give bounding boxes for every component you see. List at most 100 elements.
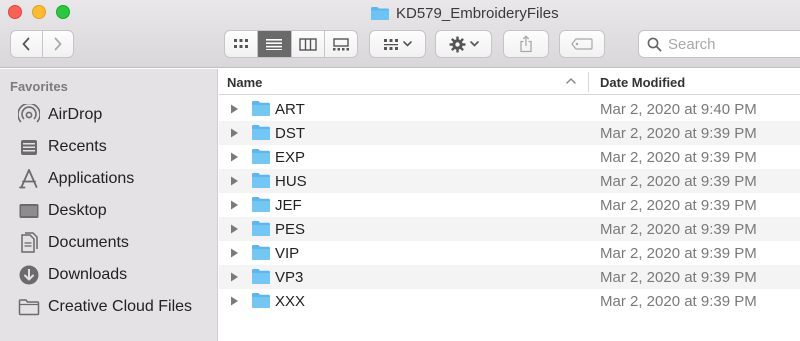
minimize-window-button[interactable] bbox=[32, 5, 46, 19]
tag-button[interactable] bbox=[559, 30, 605, 58]
table-row[interactable]: EXP Mar 2, 2020 at 9:39 PM bbox=[219, 145, 800, 169]
airdrop-icon bbox=[18, 104, 40, 126]
column-header-date-modified[interactable]: Date Modified bbox=[600, 75, 685, 90]
sidebar-item-label: Documents bbox=[48, 234, 129, 251]
folder-icon bbox=[252, 269, 270, 284]
sidebar-item-label: Recents bbox=[48, 138, 107, 155]
share-button[interactable] bbox=[503, 30, 549, 58]
file-name: VIP bbox=[275, 245, 300, 262]
column-divider[interactable] bbox=[588, 72, 589, 92]
disclosure-triangle-icon[interactable] bbox=[229, 200, 239, 210]
desktop-icon bbox=[18, 200, 40, 222]
folder-icon bbox=[252, 245, 270, 260]
disclosure-triangle-icon[interactable] bbox=[229, 176, 239, 186]
sidebar: Favorites AirDrop Recents Applications D… bbox=[0, 69, 218, 341]
table-row[interactable]: HUS Mar 2, 2020 at 9:39 PM bbox=[219, 169, 800, 193]
date-modified: Mar 2, 2020 at 9:39 PM bbox=[600, 293, 757, 310]
sidebar-item-label: Desktop bbox=[48, 202, 107, 219]
sidebar-item-creative-cloud-files[interactable]: Creative Cloud Files bbox=[18, 294, 213, 320]
folder-icon bbox=[252, 293, 270, 308]
icon-view-button[interactable] bbox=[225, 31, 257, 57]
date-modified: Mar 2, 2020 at 9:39 PM bbox=[600, 221, 757, 238]
group-icon bbox=[384, 38, 398, 50]
folder-icon bbox=[18, 296, 40, 318]
forward-button[interactable] bbox=[41, 31, 74, 57]
action-menu-button[interactable] bbox=[435, 30, 492, 58]
file-name: EXP bbox=[275, 149, 306, 166]
gear-icon bbox=[449, 36, 465, 52]
disclosure-triangle-icon[interactable] bbox=[229, 104, 239, 114]
folder-icon bbox=[252, 149, 270, 164]
file-name: XXX bbox=[275, 293, 306, 310]
date-modified: Mar 2, 2020 at 9:39 PM bbox=[600, 173, 757, 190]
sidebar-item-documents[interactable]: Documents bbox=[18, 230, 213, 256]
date-modified: Mar 2, 2020 at 9:39 PM bbox=[600, 125, 757, 142]
chevron-up-icon[interactable] bbox=[565, 74, 577, 88]
disclosure-triangle-icon[interactable] bbox=[229, 296, 239, 306]
file-name: PES bbox=[275, 221, 306, 238]
table-row[interactable]: XXX Mar 2, 2020 at 9:39 PM bbox=[219, 289, 800, 313]
gallery-view-button[interactable] bbox=[323, 31, 357, 57]
column-view-button[interactable] bbox=[290, 31, 324, 57]
list-view-button[interactable] bbox=[257, 31, 291, 57]
sidebar-item-label: Downloads bbox=[48, 266, 128, 283]
date-modified: Mar 2, 2020 at 9:39 PM bbox=[600, 245, 757, 262]
window-title-text: KD579_EmbroideryFiles bbox=[396, 4, 559, 22]
search-field[interactable] bbox=[638, 30, 800, 58]
back-forward-group bbox=[10, 30, 74, 58]
applications-icon bbox=[18, 168, 40, 190]
documents-icon bbox=[18, 232, 40, 254]
table-row[interactable]: VP3 Mar 2, 2020 at 9:39 PM bbox=[219, 265, 800, 289]
disclosure-triangle-icon[interactable] bbox=[229, 272, 239, 282]
title-bar: KD579_EmbroideryFiles bbox=[0, 0, 800, 68]
sidebar-item-downloads[interactable]: Downloads bbox=[18, 262, 213, 288]
file-name: HUS bbox=[275, 173, 307, 190]
table-row[interactable]: ART Mar 2, 2020 at 9:40 PM bbox=[219, 97, 800, 121]
file-name: VP3 bbox=[275, 269, 304, 286]
table-row[interactable]: PES Mar 2, 2020 at 9:39 PM bbox=[219, 217, 800, 241]
sidebar-item-airdrop[interactable]: AirDrop bbox=[18, 102, 213, 128]
gallery-view-icon bbox=[332, 37, 349, 50]
folder-icon bbox=[252, 125, 270, 140]
group-by-button[interactable] bbox=[369, 30, 426, 58]
column-header-name[interactable]: Name bbox=[227, 75, 262, 90]
tag-icon bbox=[571, 38, 593, 50]
close-window-button[interactable] bbox=[8, 5, 22, 19]
folder-icon bbox=[371, 6, 389, 20]
file-name: DST bbox=[275, 125, 305, 142]
folder-icon bbox=[252, 173, 270, 188]
disclosure-triangle-icon[interactable] bbox=[229, 248, 239, 258]
column-view-icon bbox=[298, 37, 317, 51]
window-title: KD579_EmbroideryFiles bbox=[370, 3, 559, 23]
sidebar-item-label: AirDrop bbox=[48, 106, 103, 123]
disclosure-triangle-icon[interactable] bbox=[229, 224, 239, 234]
downloads-icon bbox=[18, 264, 40, 286]
disclosure-triangle-icon[interactable] bbox=[229, 128, 239, 138]
date-modified: Mar 2, 2020 at 9:40 PM bbox=[600, 101, 757, 118]
date-modified: Mar 2, 2020 at 9:39 PM bbox=[600, 197, 757, 214]
disclosure-triangle-icon[interactable] bbox=[229, 152, 239, 162]
sidebar-item-label: Applications bbox=[48, 170, 135, 187]
date-modified: Mar 2, 2020 at 9:39 PM bbox=[600, 269, 757, 286]
folder-icon bbox=[252, 221, 270, 236]
icon-view-icon bbox=[234, 39, 249, 48]
chevron-down-icon bbox=[469, 41, 479, 47]
search-input[interactable] bbox=[668, 35, 788, 53]
folder-icon bbox=[252, 197, 270, 212]
zoom-window-button[interactable] bbox=[56, 5, 70, 19]
chevron-left-icon bbox=[22, 37, 30, 51]
sidebar-item-desktop[interactable]: Desktop bbox=[18, 198, 213, 224]
sidebar-heading: Favorites bbox=[10, 79, 68, 94]
sidebar-item-label: Creative Cloud Files bbox=[48, 298, 193, 315]
share-icon bbox=[520, 35, 532, 53]
recents-icon bbox=[18, 136, 40, 158]
table-row[interactable]: DST Mar 2, 2020 at 9:39 PM bbox=[219, 121, 800, 145]
table-row[interactable]: VIP Mar 2, 2020 at 9:39 PM bbox=[219, 241, 800, 265]
column-header-row: Name Date Modified bbox=[219, 69, 800, 95]
list-view-icon bbox=[266, 39, 283, 50]
table-row[interactable]: JEF Mar 2, 2020 at 9:39 PM bbox=[219, 193, 800, 217]
folder-icon bbox=[252, 101, 270, 116]
sidebar-item-recents[interactable]: Recents bbox=[18, 134, 213, 160]
sidebar-item-applications[interactable]: Applications bbox=[18, 166, 213, 192]
back-button[interactable] bbox=[11, 31, 42, 57]
